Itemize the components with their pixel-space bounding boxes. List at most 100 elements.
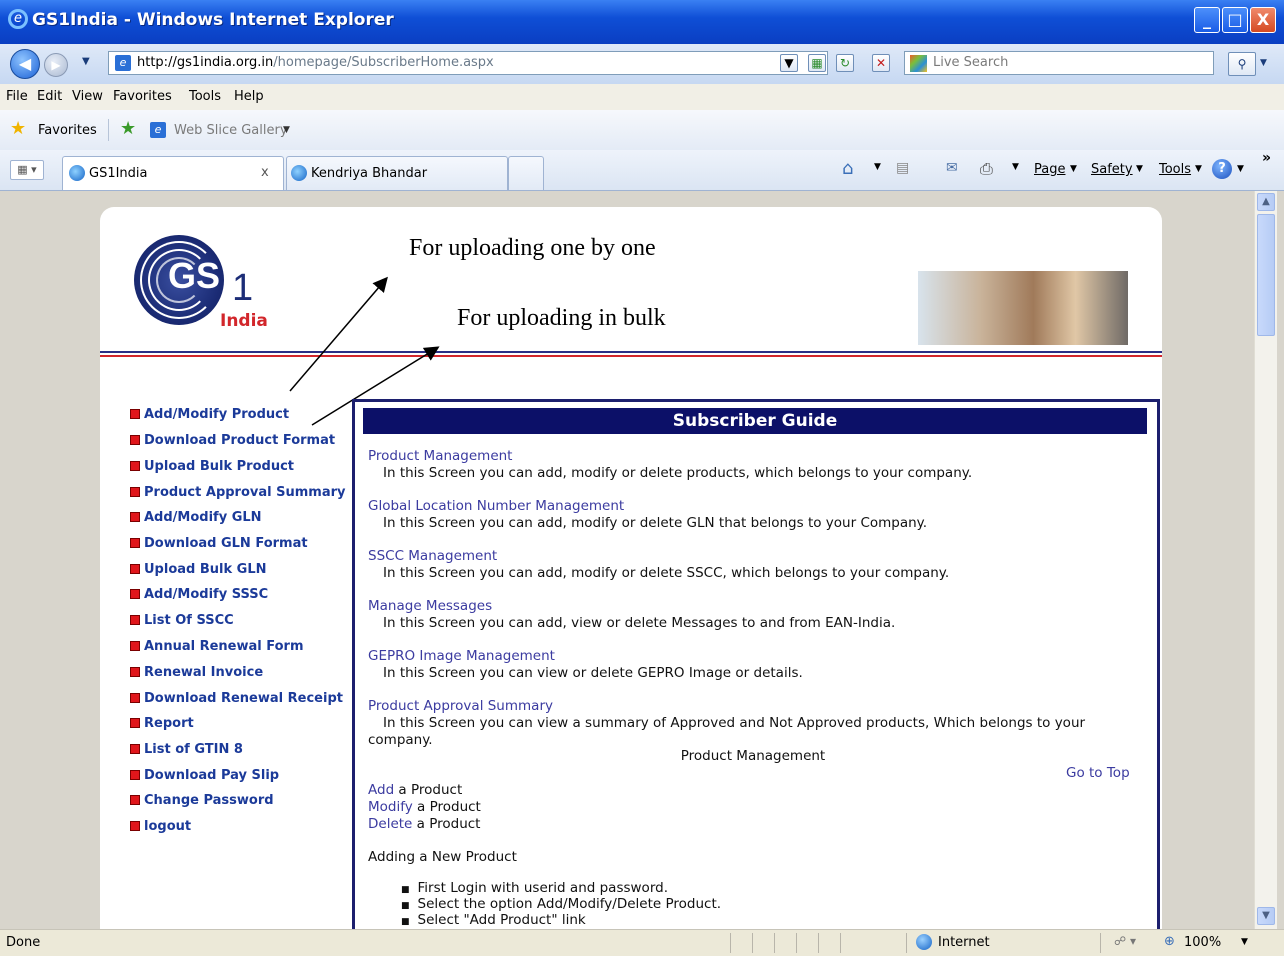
list-item: ■ Select "Add Product" link: [401, 912, 586, 928]
add-favorite-icon[interactable]: ★: [120, 120, 136, 138]
nav-download-gln-format[interactable]: Download GLN Format: [130, 536, 308, 551]
bullet-icon: [130, 718, 140, 728]
list-item: ■ First Login with userid and password.: [401, 880, 668, 896]
home-dropdown-icon[interactable]: ▼: [874, 162, 881, 172]
status-bar: Done Internet ☍ ▾ ⊕ 100% ▼: [0, 929, 1284, 956]
help-icon[interactable]: ?: [1212, 159, 1232, 179]
nav-add-modify-sssc[interactable]: Add/Modify SSSC: [130, 587, 268, 602]
tools-menu[interactable]: Tools: [1159, 162, 1191, 177]
guide-link-manage-messages[interactable]: Manage Messages: [368, 598, 492, 614]
tab-close-icon[interactable]: x: [261, 165, 269, 180]
live-search-icon: [910, 55, 927, 72]
nav-upload-bulk-gln[interactable]: Upload Bulk GLN: [130, 562, 266, 577]
search-options-icon[interactable]: ▼: [1260, 58, 1267, 68]
scroll-up-icon[interactable]: ▲: [1257, 193, 1275, 211]
zoom-icon[interactable]: ⊕: [1164, 934, 1175, 949]
tools-dropdown-icon: ▼: [1195, 164, 1202, 174]
back-button[interactable]: ◀: [10, 49, 40, 79]
guide-desc: In this Screen you can add, modify or de…: [383, 515, 928, 531]
quick-tabs-icon[interactable]: ▦ ▾: [10, 160, 44, 180]
mail-icon[interactable]: ✉: [946, 160, 958, 176]
menu-file[interactable]: File: [6, 89, 28, 104]
guide-subheading: Product Management: [680, 748, 826, 764]
web-slice-gallery[interactable]: Web Slice Gallery: [174, 123, 288, 138]
ie-tab-icon: [69, 165, 85, 181]
web-slice-icon: e: [150, 122, 166, 138]
url-domain: http://gs1india.org.in: [137, 55, 274, 70]
nav-logout[interactable]: logout: [130, 819, 191, 834]
ie-app-icon: e: [8, 9, 28, 29]
nav-renewal-invoice[interactable]: Renewal Invoice: [130, 665, 263, 680]
action-add: Add a Product: [368, 782, 463, 798]
minimize-button[interactable]: _: [1194, 7, 1220, 33]
nav-report[interactable]: Report: [130, 716, 194, 731]
nav-list-of-gtin-8[interactable]: List of GTIN 8: [130, 742, 243, 757]
page-menu[interactable]: Page: [1034, 162, 1065, 177]
history-dropdown-icon[interactable]: ▼: [82, 56, 90, 67]
add-link[interactable]: Add: [368, 782, 394, 798]
protected-mode-icon[interactable]: ☍ ▾: [1114, 934, 1136, 948]
bullet-icon: ■: [401, 885, 410, 895]
separator: [796, 933, 797, 953]
nav-annual-renewal-form[interactable]: Annual Renewal Form: [130, 639, 304, 654]
guide-link-product-management[interactable]: Product Management: [368, 448, 512, 464]
guide-link-product-approval[interactable]: Product Approval Summary: [368, 698, 553, 714]
guide-link-gepro-image[interactable]: GEPRO Image Management: [368, 648, 555, 664]
safety-menu[interactable]: Safety: [1091, 162, 1133, 177]
tab-kendriya-bhandar[interactable]: Kendriya Bhandar: [286, 156, 508, 190]
status-text: Done: [6, 935, 41, 950]
search-icon[interactable]: ⚲: [1228, 52, 1256, 76]
close-button[interactable]: X: [1250, 7, 1276, 33]
stop-icon[interactable]: ✕: [872, 54, 890, 72]
menu-favorites[interactable]: Favorites: [113, 89, 172, 104]
menu-help[interactable]: Help: [234, 89, 264, 104]
forward-button[interactable]: ▶: [44, 53, 68, 77]
tab-gs1india[interactable]: GS1India x: [62, 156, 284, 190]
refresh-icon[interactable]: ↻: [836, 54, 854, 72]
scroll-thumb[interactable]: [1257, 214, 1275, 336]
vertical-scrollbar[interactable]: ▲ ▼: [1254, 191, 1277, 929]
delete-link[interactable]: Delete: [368, 816, 412, 832]
maximize-button[interactable]: □: [1222, 7, 1248, 33]
nav-add-modify-gln[interactable]: Add/Modify GLN: [130, 510, 262, 525]
nav-download-renewal-receipt[interactable]: Download Renewal Receipt: [130, 691, 343, 706]
separator: [108, 119, 109, 141]
nav-list-of-sscc[interactable]: List Of SSCC: [130, 613, 234, 628]
favorites-button[interactable]: Favorites: [38, 123, 97, 138]
print-dropdown-icon[interactable]: ▼: [1012, 162, 1019, 172]
scroll-down-icon[interactable]: ▼: [1257, 907, 1275, 925]
list-item: ■ Select the option Add/Modify/Delete Pro…: [401, 896, 722, 912]
new-tab-button[interactable]: [508, 156, 544, 190]
nav-product-approval-summary[interactable]: Product Approval Summary: [130, 485, 346, 500]
nav-change-password[interactable]: Change Password: [130, 793, 274, 808]
guide-link-gln-management[interactable]: Global Location Number Management: [368, 498, 624, 514]
chevron-more-icon[interactable]: »: [1262, 150, 1271, 166]
guide-link-sscc-management[interactable]: SSCC Management: [368, 548, 497, 564]
bullet-icon: [130, 615, 140, 625]
guide-desc: In this Screen you can add, view or dele…: [383, 615, 896, 631]
search-input[interactable]: Live Search: [904, 51, 1214, 75]
feeds-icon[interactable]: ▤: [896, 160, 909, 176]
bullet-icon: [130, 538, 140, 548]
menu-edit[interactable]: Edit: [37, 89, 62, 104]
page-card: GS 1 India For uploading one by one For …: [100, 207, 1162, 929]
address-dropdown-icon[interactable]: ▼: [780, 54, 798, 72]
zoom-dropdown-icon[interactable]: ▼: [1241, 937, 1248, 947]
help-dropdown-icon[interactable]: ▼: [1237, 164, 1244, 174]
separator: [818, 933, 819, 953]
zoom-level[interactable]: 100%: [1184, 935, 1221, 950]
compatibility-view-icon[interactable]: ▦: [808, 54, 826, 72]
menu-tools[interactable]: Tools: [189, 89, 221, 104]
modify-link[interactable]: Modify: [368, 799, 413, 815]
print-icon[interactable]: ⎙: [980, 159, 993, 179]
menu-view[interactable]: View: [72, 89, 103, 104]
address-bar[interactable]: e http://gs1india.org.in/homepage/Subscr…: [108, 51, 828, 75]
home-icon[interactable]: ⌂: [842, 158, 853, 179]
go-to-top-link[interactable]: Go to Top: [1066, 765, 1130, 781]
separator: [730, 933, 731, 953]
bullet-icon: [130, 589, 140, 599]
web-slice-dropdown-icon[interactable]: ▼: [283, 125, 290, 135]
search-placeholder: Live Search: [933, 55, 1009, 70]
nav-download-pay-slip[interactable]: Download Pay Slip: [130, 768, 279, 783]
tab-label: Kendriya Bhandar: [311, 166, 428, 181]
